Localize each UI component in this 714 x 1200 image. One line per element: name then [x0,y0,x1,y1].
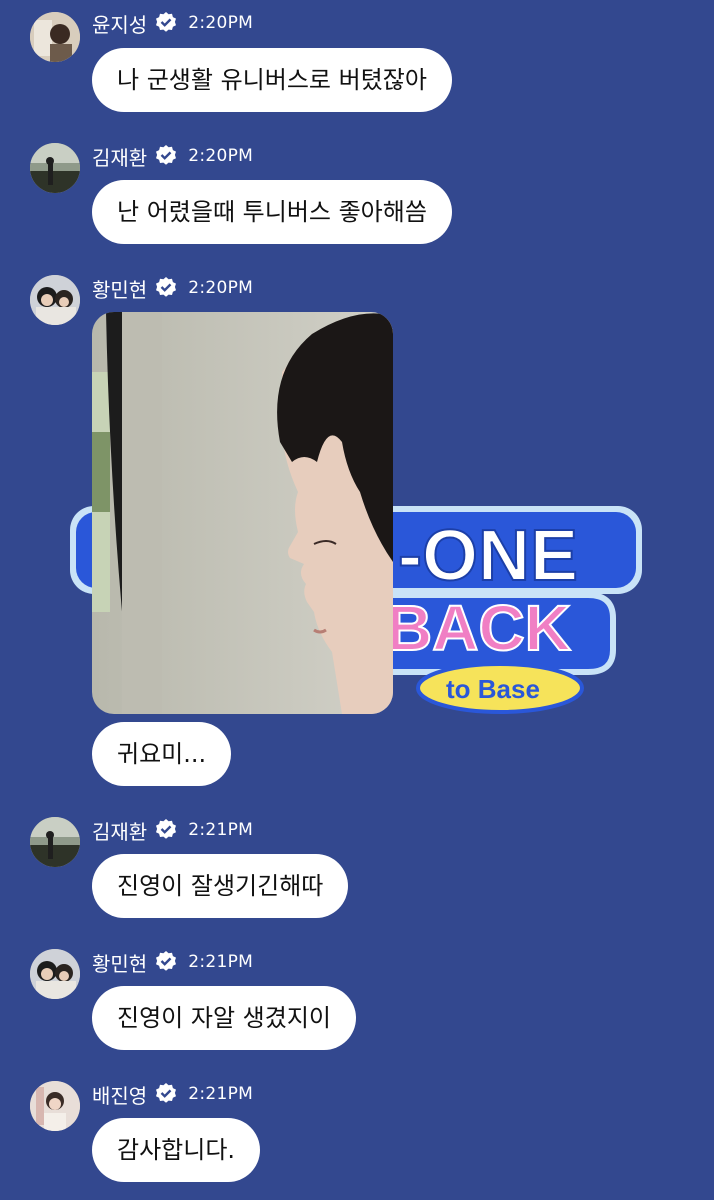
sender-name[interactable]: 김재환 [92,816,147,845]
verified-badge-icon [156,145,177,165]
verified-badge-icon [156,277,177,297]
avatar[interactable] [30,1081,80,1131]
message-bubble[interactable]: 난 어렸을때 투니버스 좋아해씀 [92,180,452,244]
sender-name[interactable]: 황민현 [92,948,147,977]
message-bubble[interactable]: 나 군생활 유니버스로 버텼잖아 [92,48,452,112]
timestamp: 2:20PM [188,146,254,166]
message-header: 배진영 2:21PM [92,1080,254,1109]
avatar[interactable] [30,143,80,193]
avatar[interactable] [30,275,80,325]
sender-name[interactable]: 배진영 [92,1080,147,1109]
message-bubble[interactable]: 감사합니다. [92,1118,261,1182]
avatar[interactable] [30,949,80,999]
timestamp: 2:20PM [188,13,254,33]
timestamp: 2:21PM [188,952,254,972]
message-header: 윤지성 2:20PM [92,9,254,38]
message-header: 김재환 2:20PM [92,142,254,171]
message-header: 황민현 2:20PM [92,274,254,303]
verified-badge-icon [156,951,177,971]
message-header: 김재환 2:21PM [92,816,254,845]
sender-name[interactable]: 김재환 [92,142,147,171]
sender-name[interactable]: 윤지성 [92,9,147,38]
logo-line1: -ONE [398,516,578,596]
message-bubble[interactable]: 진영이 자알 생겼지이 [92,986,356,1050]
timestamp: 2:20PM [188,278,254,298]
logo-tag: to Base [446,674,540,704]
sender-name[interactable]: 황민현 [92,274,147,303]
timestamp: 2:21PM [188,820,254,840]
photo-attachment[interactable] [92,312,393,714]
verified-badge-icon [156,819,177,839]
message-header: 황민현 2:21PM [92,948,254,977]
message-bubble[interactable]: 진영이 잘생기긴해따 [92,854,349,918]
timestamp: 2:21PM [188,1084,254,1104]
logo-line2: BACK [386,592,571,664]
verified-badge-icon [156,1083,177,1103]
message-bubble[interactable]: 귀요미... [92,722,232,786]
avatar[interactable] [30,12,80,62]
verified-badge-icon [156,12,177,32]
avatar[interactable] [30,817,80,867]
